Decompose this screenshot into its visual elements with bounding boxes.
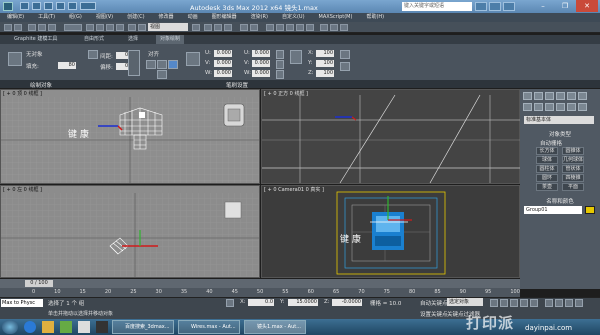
modify-tab-icon[interactable] xyxy=(534,92,543,100)
torus-button[interactable]: 圆环 xyxy=(536,174,558,182)
maximize-viewport-icon[interactable] xyxy=(575,299,583,307)
watermark-logo: 打印派 xyxy=(466,314,515,332)
helpers-icon[interactable] xyxy=(567,103,576,111)
z-coord-label: Z: xyxy=(324,299,330,305)
tool-icon[interactable] xyxy=(78,321,90,333)
tick-label: 10 xyxy=(54,289,61,295)
tick-label: 0 xyxy=(32,289,36,295)
go-end-icon[interactable] xyxy=(530,299,538,307)
grid-size: 栅格 = 10.0 xyxy=(370,301,402,307)
box-button[interactable]: 长方体 xyxy=(536,147,558,155)
create-tab-icon[interactable] xyxy=(523,92,532,100)
tick-label: 60 xyxy=(307,289,314,295)
autokey-label[interactable]: 自动关键点 xyxy=(420,299,448,307)
lights-icon[interactable] xyxy=(545,103,554,111)
viewport-left-label[interactable]: [ + 0 左 0 线框 ] xyxy=(3,186,42,193)
primitive-type-dropdown[interactable]: 标准基本体 xyxy=(524,116,594,124)
object-type-title[interactable]: 对象类型 xyxy=(520,130,600,138)
tick-label: 80 xyxy=(408,289,416,295)
x-coord-input[interactable]: 0.0 xyxy=(248,299,274,306)
camera-viewport-text: 键 康 xyxy=(340,233,361,245)
cone-button[interactable]: 圆锥体 xyxy=(562,147,584,155)
top-viewport-text: 键 康 xyxy=(68,128,89,140)
tube-button[interactable]: 管状体 xyxy=(562,165,584,173)
cameras-icon[interactable] xyxy=(556,103,565,111)
key-filter-select[interactable]: 选定对象 xyxy=(447,298,483,306)
tick-label: 65 xyxy=(332,289,340,295)
next-frame-icon[interactable] xyxy=(520,299,528,307)
tick-label: 25 xyxy=(130,289,137,295)
play-icon[interactable] xyxy=(510,299,518,307)
ie-icon[interactable] xyxy=(24,321,36,333)
tick-label: 40 xyxy=(206,289,213,295)
watermark-url: dayinpai.com xyxy=(525,324,573,332)
prev-frame-icon[interactable] xyxy=(500,299,508,307)
motion-tab-icon[interactable] xyxy=(556,92,565,100)
taskbar-item-max1[interactable]: Wires.max - Aut... xyxy=(178,320,240,334)
tick-label: 50 xyxy=(256,289,264,295)
maxscript-listener[interactable]: Max to Physc xyxy=(1,299,43,307)
tick-label: 45 xyxy=(231,289,238,295)
sphere-button[interactable]: 球体 xyxy=(536,156,558,164)
viewport-camera-label[interactable]: [ + 0 Camera01 0 真实 ] xyxy=(264,186,324,193)
tick-label: 70 xyxy=(358,289,365,295)
app-icon[interactable] xyxy=(96,321,108,333)
viewport-top-label[interactable]: [ + 0 顶 0 线框 ] xyxy=(3,90,42,97)
explorer-icon[interactable] xyxy=(42,321,54,333)
teapot-button[interactable]: 茶壶 xyxy=(536,183,558,191)
cylinder-button[interactable]: 圆柱体 xyxy=(536,165,558,173)
tick-label: 35 xyxy=(180,289,188,295)
x-coord-label: X: xyxy=(240,299,246,305)
taskbar-item-max2[interactable]: 镜头1.max - Aut... xyxy=(244,320,306,334)
tick-label: 20 xyxy=(104,289,112,295)
tick-label: 30 xyxy=(155,289,162,295)
tick-label: 15 xyxy=(79,289,86,295)
timeline-ticks: 0 10 15 20 25 30 35 40 45 50 55 60 65 70… xyxy=(32,289,520,297)
media-icon[interactable] xyxy=(60,321,72,333)
prompt-line: 单击并拖动以选择并移动对象 xyxy=(48,311,114,317)
autogrid-checkbox[interactable]: 自动栅格 xyxy=(540,139,562,147)
time-slider[interactable]: 0 / 100 xyxy=(25,280,53,287)
tick-label: 75 xyxy=(383,289,390,295)
y-coord-label: Y: xyxy=(280,299,285,305)
viewport-front-label[interactable]: [ + 0 正方 0 线框 ] xyxy=(264,90,308,97)
lock-selection-icon[interactable] xyxy=(226,299,234,307)
utilities-tab-icon[interactable] xyxy=(578,92,587,100)
geometry-icon[interactable] xyxy=(523,103,532,111)
systems-icon[interactable] xyxy=(578,103,587,111)
tick-label: 100 xyxy=(510,289,520,295)
start-button[interactable] xyxy=(2,320,18,334)
display-tab-icon[interactable] xyxy=(567,92,576,100)
name-color-title[interactable]: 名称和颜色 xyxy=(520,197,600,205)
plane-button[interactable]: 平面 xyxy=(562,183,584,191)
pan-icon[interactable] xyxy=(555,299,563,307)
tick-label: 90 xyxy=(459,289,467,295)
object-name-input[interactable]: Group01 xyxy=(524,206,582,214)
orbit-icon[interactable] xyxy=(565,299,573,307)
tick-label: 55 xyxy=(282,289,289,295)
hierarchy-tab-icon[interactable] xyxy=(545,92,554,100)
y-coord-input[interactable]: 15.0000 xyxy=(288,299,318,306)
zoom-icon[interactable] xyxy=(545,299,553,307)
go-start-icon[interactable] xyxy=(490,299,498,307)
pyramid-button[interactable]: 四棱锥 xyxy=(562,174,584,182)
tick-label: 85 xyxy=(434,289,441,295)
taskbar-item-browser[interactable]: 百度搜索_3dmax... xyxy=(112,320,174,334)
object-color-swatch[interactable] xyxy=(585,206,595,214)
set-key-label[interactable]: 设置关键点 xyxy=(420,310,448,318)
geosphere-button[interactable]: 几何球体 xyxy=(562,156,584,164)
tick-label: 95 xyxy=(485,289,492,295)
selection-status: 选择了 1 个 组 xyxy=(48,301,85,307)
z-coord-input[interactable]: -0.0000 xyxy=(332,299,362,306)
shapes-icon[interactable] xyxy=(534,103,543,111)
